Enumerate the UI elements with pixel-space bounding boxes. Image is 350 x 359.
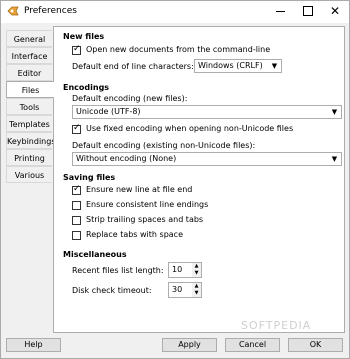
chevron-down-icon: ▼: [331, 108, 338, 116]
strip-trailing-label: Strip trailing spaces and tabs: [86, 215, 204, 224]
minimize-button[interactable]: [267, 1, 294, 21]
saving-heading: Saving files: [63, 173, 116, 182]
tab-tools[interactable]: Tools: [6, 98, 52, 115]
replace-tabs-checkbox[interactable]: [72, 231, 81, 240]
tab-interface[interactable]: Interface: [6, 47, 52, 64]
app-icon: [7, 6, 19, 16]
recent-files-value: 10: [172, 265, 183, 274]
apply-button[interactable]: Apply: [162, 338, 217, 352]
ok-button[interactable]: OK: [288, 338, 343, 352]
existing-encoding-label: Default encoding (existing non-Unicode f…: [72, 141, 256, 150]
tab-printing[interactable]: Printing: [6, 149, 52, 166]
fixed-encoding-checkbox[interactable]: [72, 123, 81, 134]
tab-keybindings[interactable]: Keybindings: [6, 132, 56, 149]
chevron-down-icon: ▼: [331, 155, 338, 163]
spin-up-icon[interactable]: ▲: [192, 263, 201, 270]
title-bar: Preferences ✕: [1, 1, 349, 23]
open-new-docs-label: Open new documents from the command-line: [86, 45, 271, 54]
tab-editor[interactable]: Editor: [6, 64, 52, 81]
spin-down-icon[interactable]: ▼: [192, 290, 201, 297]
default-encoding-value: Unicode (UTF-8): [76, 107, 141, 116]
maximize-button[interactable]: [294, 1, 321, 21]
tab-templates[interactable]: Templates: [6, 115, 52, 132]
eol-value: Windows (CRLF): [198, 61, 263, 70]
existing-encoding-select[interactable]: Without encoding (None) ▼: [72, 152, 342, 166]
new-files-heading: New files: [63, 32, 105, 41]
disk-check-value: 30: [172, 285, 183, 294]
tab-files[interactable]: Files: [6, 81, 54, 98]
eol-select[interactable]: Windows (CRLF) ▼: [194, 59, 282, 73]
consistent-eol-checkbox[interactable]: [72, 201, 81, 210]
consistent-eol-label: Ensure consistent line endings: [86, 200, 209, 209]
default-encoding-select[interactable]: Unicode (UTF-8) ▼: [72, 105, 342, 119]
existing-encoding-value: Without encoding (None): [76, 154, 177, 163]
default-encoding-label: Default encoding (new files):: [72, 94, 188, 103]
close-button[interactable]: ✕: [321, 1, 349, 21]
window-title: Preferences: [24, 6, 77, 16]
recent-files-label: Recent files list length:: [72, 266, 164, 275]
watermark: SOFTPEDIA: [241, 319, 312, 332]
new-line-end-label: Ensure new line at file end: [86, 185, 193, 194]
open-new-docs-checkbox[interactable]: [72, 44, 81, 55]
spin-down-icon[interactable]: ▼: [192, 270, 201, 277]
cancel-button[interactable]: Cancel: [225, 338, 280, 352]
chevron-down-icon: ▼: [271, 62, 278, 70]
strip-trailing-checkbox[interactable]: [72, 216, 81, 225]
files-panel: New files Open new documents from the co…: [53, 26, 345, 333]
encodings-heading: Encodings: [63, 83, 110, 92]
help-button[interactable]: Help: [6, 338, 61, 352]
recent-files-spinner[interactable]: 10 ▲ ▼: [168, 262, 202, 278]
misc-heading: Miscellaneous: [63, 250, 127, 259]
disk-check-label: Disk check timeout:: [72, 286, 152, 295]
new-line-end-checkbox[interactable]: [72, 184, 81, 195]
spin-up-icon[interactable]: ▲: [192, 283, 201, 290]
disk-check-spinner[interactable]: 30 ▲ ▼: [168, 282, 202, 298]
tab-general[interactable]: General: [6, 30, 52, 47]
eol-label: Default end of line characters:: [72, 62, 194, 71]
fixed-encoding-label: Use fixed encoding when opening non-Unic…: [86, 124, 294, 133]
replace-tabs-label: Replace tabs with space: [86, 230, 183, 239]
preferences-window: Preferences ✕ General Interface Editor F…: [0, 0, 350, 359]
tab-various[interactable]: Various: [6, 166, 52, 183]
